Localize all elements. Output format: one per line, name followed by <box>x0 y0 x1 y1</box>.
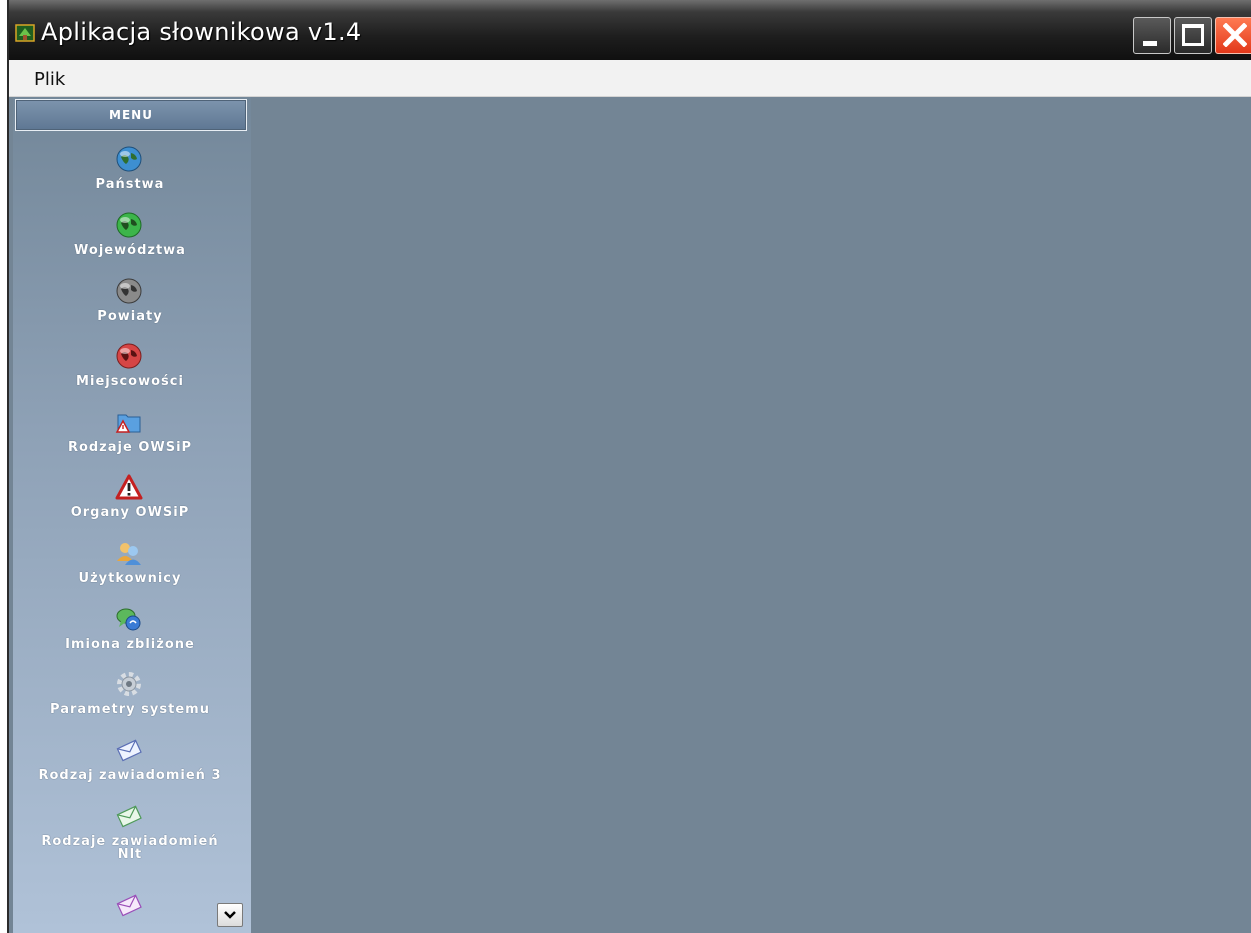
minimize-icon <box>1143 41 1157 46</box>
close-button[interactable] <box>1215 17 1251 54</box>
sidebar-item-label: Parametry systemu <box>50 702 210 717</box>
globe-green-icon <box>116 212 142 238</box>
sidebar-header: MENU <box>15 99 247 131</box>
globe-red-icon <box>116 343 142 369</box>
chat-bubbles-icon <box>116 608 141 631</box>
users-icon <box>117 543 141 565</box>
maximize-button[interactable] <box>1174 17 1212 54</box>
globe-blue-icon <box>116 146 142 172</box>
sidebar-item-label: Państwa <box>95 177 165 192</box>
menu-item-plik[interactable]: Plik <box>34 69 65 90</box>
envelope-blue-icon <box>116 739 142 762</box>
gear-icon <box>117 672 141 696</box>
sidebar-item-label: Miejscowości <box>76 374 184 389</box>
sidebar: MENU Państwa Województwa Powiaty Miejsco… <box>13 97 251 933</box>
sidebar-item-label: Rodzaje OWSiP <box>67 440 193 455</box>
maximize-icon <box>1182 24 1204 46</box>
sidebar-scroll-down-button[interactable] <box>217 903 243 927</box>
main-content-area <box>251 97 1251 933</box>
envelope-purple-icon <box>116 894 142 917</box>
sidebar-item-label: Rodzaje zawiadomień Nlt <box>41 834 219 862</box>
minimize-button[interactable] <box>1133 17 1171 54</box>
sidebar-item-label: Użytkownicy <box>78 571 182 586</box>
title-bar[interactable]: Aplikacja słownikowa v1.4 <box>9 0 1251 60</box>
chevron-down-icon <box>224 911 236 919</box>
sidebar-item-label: Województwa <box>74 243 186 258</box>
menu-bar: Plik <box>9 60 1251 97</box>
app-icon <box>15 24 35 42</box>
close-icon <box>1223 23 1247 47</box>
warning-icon <box>115 474 143 500</box>
sidebar-item-label: Rodzaj zawiadomień 3 <box>38 768 222 783</box>
sidebar-item-label: Powiaty <box>97 309 163 324</box>
sidebar-item-label: Organy OWSiP <box>70 505 190 520</box>
app-window: Aplikacja słownikowa v1.4 Plik MENU Pańs… <box>7 0 1251 933</box>
folder-warning-icon <box>115 414 141 433</box>
window-title: Aplikacja słownikowa v1.4 <box>41 18 362 46</box>
globe-gray-icon <box>116 278 142 304</box>
envelope-green-icon <box>116 805 142 828</box>
sidebar-item-label: Imiona zbliżone <box>65 637 195 652</box>
